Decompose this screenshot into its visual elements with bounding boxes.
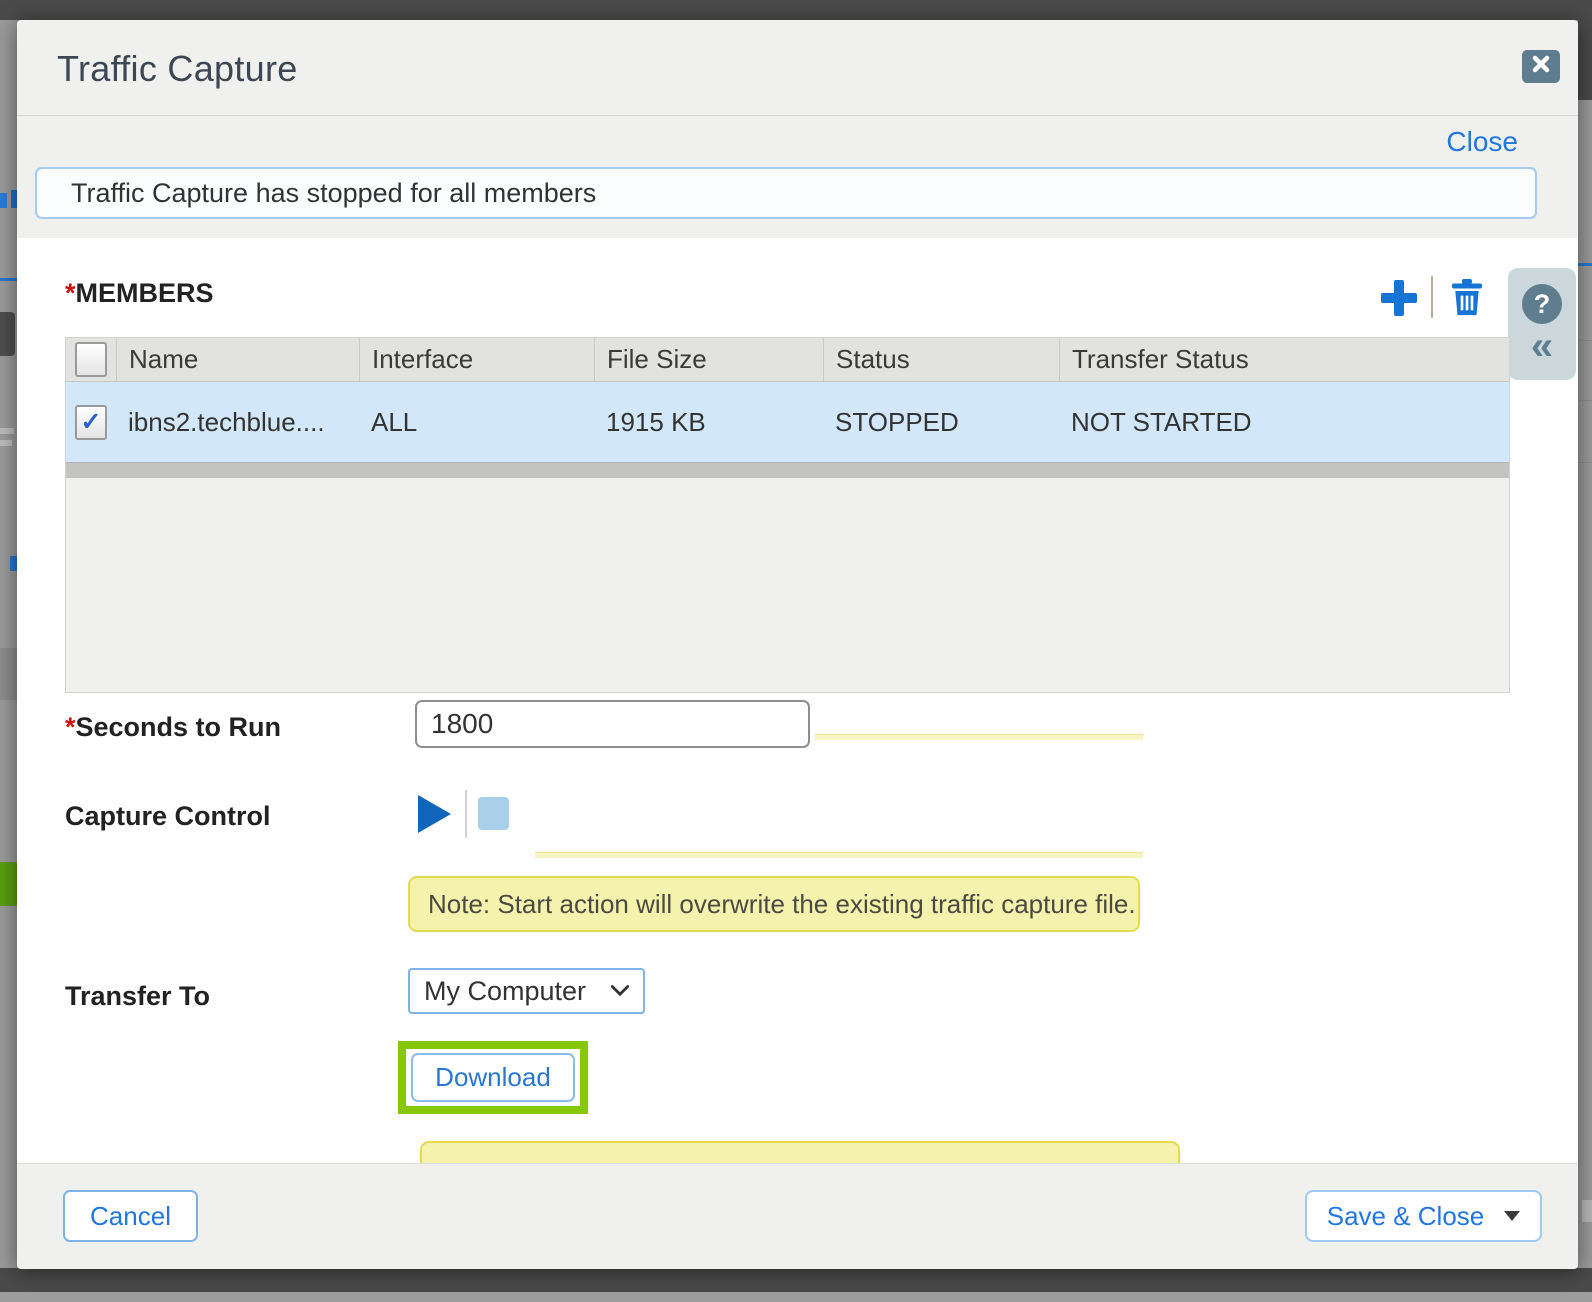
background-header-fragment — [1578, 20, 1592, 100]
overwrite-note-text: Note: Start action will overwrite the ex… — [428, 889, 1136, 920]
cell-interface: ALL — [359, 407, 594, 438]
background-row-line — [1578, 400, 1592, 401]
row-checkbox[interactable]: ✓ — [75, 405, 107, 440]
triangle-down-icon — [1504, 1211, 1520, 1221]
check-icon: ✓ — [81, 410, 102, 435]
cell-transfer-status: NOT STARTED — [1059, 407, 1509, 438]
background-band-fragment — [0, 648, 17, 700]
download-button[interactable]: Download — [411, 1053, 575, 1102]
background-row-line — [1578, 462, 1592, 463]
background-row-line — [1578, 340, 1592, 341]
delete-member-icon[interactable] — [1447, 274, 1487, 320]
background-text-fragment — [0, 440, 12, 446]
transfer-to-select[interactable]: My Computer — [408, 968, 645, 1014]
status-message-banner: Traffic Capture has stopped for all memb… — [35, 167, 1537, 219]
dialog-title: Traffic Capture — [57, 48, 298, 90]
members-section-label: *MEMBERS — [65, 278, 214, 309]
required-asterisk: * — [65, 278, 76, 308]
required-asterisk: * — [65, 712, 76, 742]
background-tab-underline — [0, 278, 17, 281]
side-tab: ? « — [1508, 268, 1576, 380]
column-header-file-size: File Size — [594, 338, 823, 381]
seconds-to-run-label: *Seconds to Run — [65, 712, 281, 743]
dialog-close-button[interactable] — [1522, 50, 1560, 83]
cell-status: STOPPED — [823, 407, 1059, 438]
help-icon[interactable]: ? — [1522, 284, 1562, 324]
transfer-to-label: Transfer To — [65, 981, 210, 1012]
table-horizontal-scrollbar[interactable] — [66, 462, 1509, 478]
background-text-fragment — [0, 428, 14, 434]
overwrite-note: Note: Start action will overwrite the ex… — [408, 876, 1140, 932]
overlay-top — [0, 0, 1592, 20]
dialog-content: *MEMBERS ? « — [17, 238, 1578, 1163]
column-header-name: Name — [116, 338, 359, 381]
highlight-strip — [815, 734, 1143, 740]
overlay-bottom-edge — [0, 1292, 1592, 1302]
cell-file-size: 1915 KB — [594, 407, 823, 438]
select-all-checkbox[interactable] — [75, 342, 107, 377]
traffic-capture-dialog: Traffic Capture Close Traffic Capture ha… — [17, 20, 1578, 1268]
background-text-fragment — [0, 193, 7, 208]
members-table-header: Name Interface File Size Status Transfer… — [66, 338, 1509, 382]
download-highlight-box: Download — [398, 1041, 588, 1114]
cancel-button[interactable]: Cancel — [63, 1190, 198, 1242]
column-header-transfer-status: Transfer Status — [1059, 338, 1509, 381]
status-message-text: Traffic Capture has stopped for all memb… — [71, 178, 596, 209]
save-and-close-label: Save & Close — [1327, 1201, 1485, 1232]
cell-name: ibns2.techblue.... — [116, 407, 359, 438]
close-x-icon — [1531, 54, 1551, 79]
clipped-note-box — [420, 1141, 1180, 1163]
collapse-panel-icon[interactable]: « — [1531, 328, 1553, 364]
background-text-fragment — [10, 556, 17, 571]
background-tab-underline — [1578, 263, 1592, 266]
screen: Traffic Capture Close Traffic Capture ha… — [0, 0, 1592, 1302]
close-link[interactable]: Close — [1446, 126, 1518, 158]
highlight-strip — [535, 852, 1143, 858]
background-scrollbar-fragment — [1582, 1200, 1592, 1222]
action-divider — [1431, 276, 1433, 318]
background-green-bar — [0, 862, 17, 906]
background-button-fragment — [0, 312, 15, 356]
transfer-to-value: My Computer — [424, 976, 586, 1007]
capture-control-label: Capture Control — [65, 801, 271, 832]
capture-control-divider — [465, 790, 467, 838]
dialog-footer: Cancel Save & Close — [17, 1163, 1578, 1269]
save-and-close-button[interactable]: Save & Close — [1305, 1190, 1542, 1242]
seconds-to-run-input[interactable] — [415, 700, 810, 748]
members-table: Name Interface File Size Status Transfer… — [65, 337, 1510, 693]
start-capture-icon[interactable] — [418, 795, 451, 833]
add-member-icon[interactable] — [1381, 280, 1417, 316]
header-divider — [17, 115, 1578, 116]
select-all-cell — [66, 338, 116, 381]
member-table-row[interactable]: ✓ ibns2.techblue.... ALL 1915 KB STOPPED… — [66, 382, 1509, 462]
column-header-status: Status — [823, 338, 1059, 381]
column-header-interface: Interface — [359, 338, 594, 381]
stop-capture-icon[interactable] — [478, 797, 509, 830]
chevron-down-icon — [611, 985, 629, 997]
